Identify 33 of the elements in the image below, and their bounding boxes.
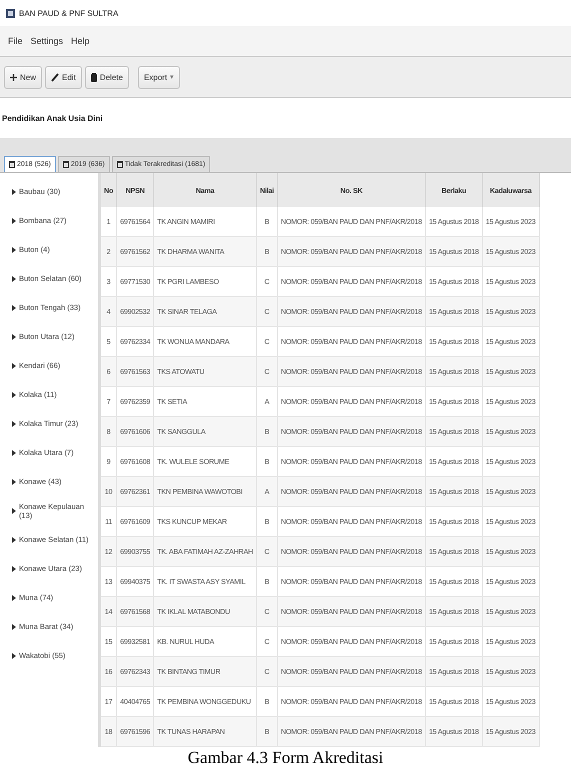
plus-icon bbox=[10, 74, 17, 80]
expand-arrow-icon bbox=[12, 420, 16, 426]
expand-arrow-icon bbox=[12, 304, 16, 310]
menu-item[interactable]: Settings bbox=[30, 36, 64, 46]
delete-button[interactable]: Delete bbox=[84, 66, 129, 88]
pencil-icon bbox=[51, 72, 60, 82]
menu-item[interactable]: File bbox=[8, 36, 23, 46]
expand-arrow-icon bbox=[12, 450, 16, 456]
expand-arrow-icon bbox=[12, 594, 16, 600]
menu-item[interactable]: Help bbox=[71, 36, 90, 46]
expand-arrow-icon bbox=[12, 188, 16, 194]
calendar-icon bbox=[9, 161, 15, 168]
calendar-icon bbox=[62, 161, 69, 168]
expand-arrow-icon bbox=[12, 246, 16, 252]
expand-arrow-icon bbox=[12, 218, 16, 224]
trash-icon bbox=[90, 72, 97, 82]
expand-arrow-icon bbox=[12, 334, 16, 340]
app-icon bbox=[6, 8, 15, 18]
calendar-icon bbox=[116, 161, 123, 168]
expand-arrow-icon bbox=[12, 276, 16, 282]
figure-caption: Gambar 4.3 Form Akreditasi bbox=[186, 747, 384, 769]
expand-arrow-icon bbox=[12, 392, 16, 398]
new-button[interactable]: New bbox=[4, 66, 42, 88]
expand-arrow-icon bbox=[12, 566, 16, 572]
edit-button[interactable]: Edit bbox=[45, 66, 82, 88]
window-title: BAN PAUD & PNF SULTRA bbox=[19, 8, 118, 18]
expand-arrow-icon bbox=[12, 362, 16, 368]
expand-arrow-icon bbox=[12, 624, 16, 630]
expand-arrow-icon bbox=[12, 478, 16, 484]
expand-arrow-icon bbox=[12, 652, 16, 658]
expand-arrow-icon bbox=[12, 508, 16, 514]
section-heading: Pendidikan Anak Usia Dini bbox=[1, 112, 104, 124]
expand-arrow-icon bbox=[12, 536, 16, 542]
